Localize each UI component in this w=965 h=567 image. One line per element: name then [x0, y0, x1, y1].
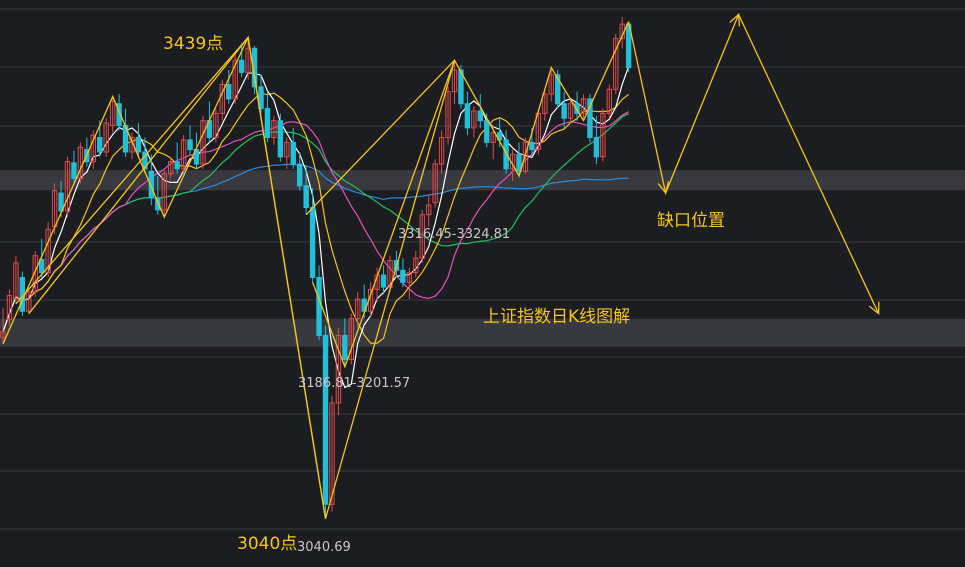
low-value-label: 3040.69 [297, 540, 351, 555]
candle-body [277, 120, 284, 158]
candle-body [593, 137, 600, 158]
wave-line [627, 12, 880, 314]
candle-body [561, 103, 567, 119]
candlesticks [0, 16, 632, 519]
candle-body [97, 137, 103, 153]
low-label: 3040点 [237, 534, 297, 554]
candle-body [238, 59, 245, 73]
kline-chart: 3439点 3040点 3040.69 3316.45-3324.81 3186… [0, 8, 965, 555]
gap-upper-range-label: 3316.45-3324.81 [398, 227, 510, 242]
candle-body [587, 98, 593, 139]
candle-body [380, 274, 387, 288]
candle-body [342, 334, 348, 361]
ma20-line [2, 111, 629, 333]
gap-lower-range-label: 3186.81-3201.57 [298, 376, 410, 391]
wave-line [247, 37, 327, 519]
candle-body [400, 269, 406, 283]
candle-body [477, 110, 484, 122]
candle-body [316, 276, 322, 336]
candle-body [303, 185, 309, 208]
candle-body [135, 137, 142, 153]
high-label: 3439点 [163, 34, 223, 54]
candle-body [309, 206, 316, 278]
ma30-line [2, 113, 629, 333]
candle-body [226, 83, 232, 100]
chart-title: 上证指数日K线图解 [483, 307, 630, 327]
candle-body [297, 163, 303, 187]
gap-position-label: 缺口位置 [657, 211, 725, 231]
candle-body [264, 108, 271, 139]
grid-lines [0, 8, 965, 530]
candle-body [322, 334, 329, 505]
wave-lines [2, 12, 880, 519]
candle-body [174, 161, 180, 170]
ma10-line [2, 92, 629, 344]
candle-body [484, 120, 490, 143]
candle-body [290, 141, 296, 165]
candle-body [529, 141, 535, 151]
wave-line [2, 21, 630, 519]
candle-body [464, 103, 471, 129]
candle-body [187, 139, 193, 151]
candle-body [71, 162, 77, 180]
